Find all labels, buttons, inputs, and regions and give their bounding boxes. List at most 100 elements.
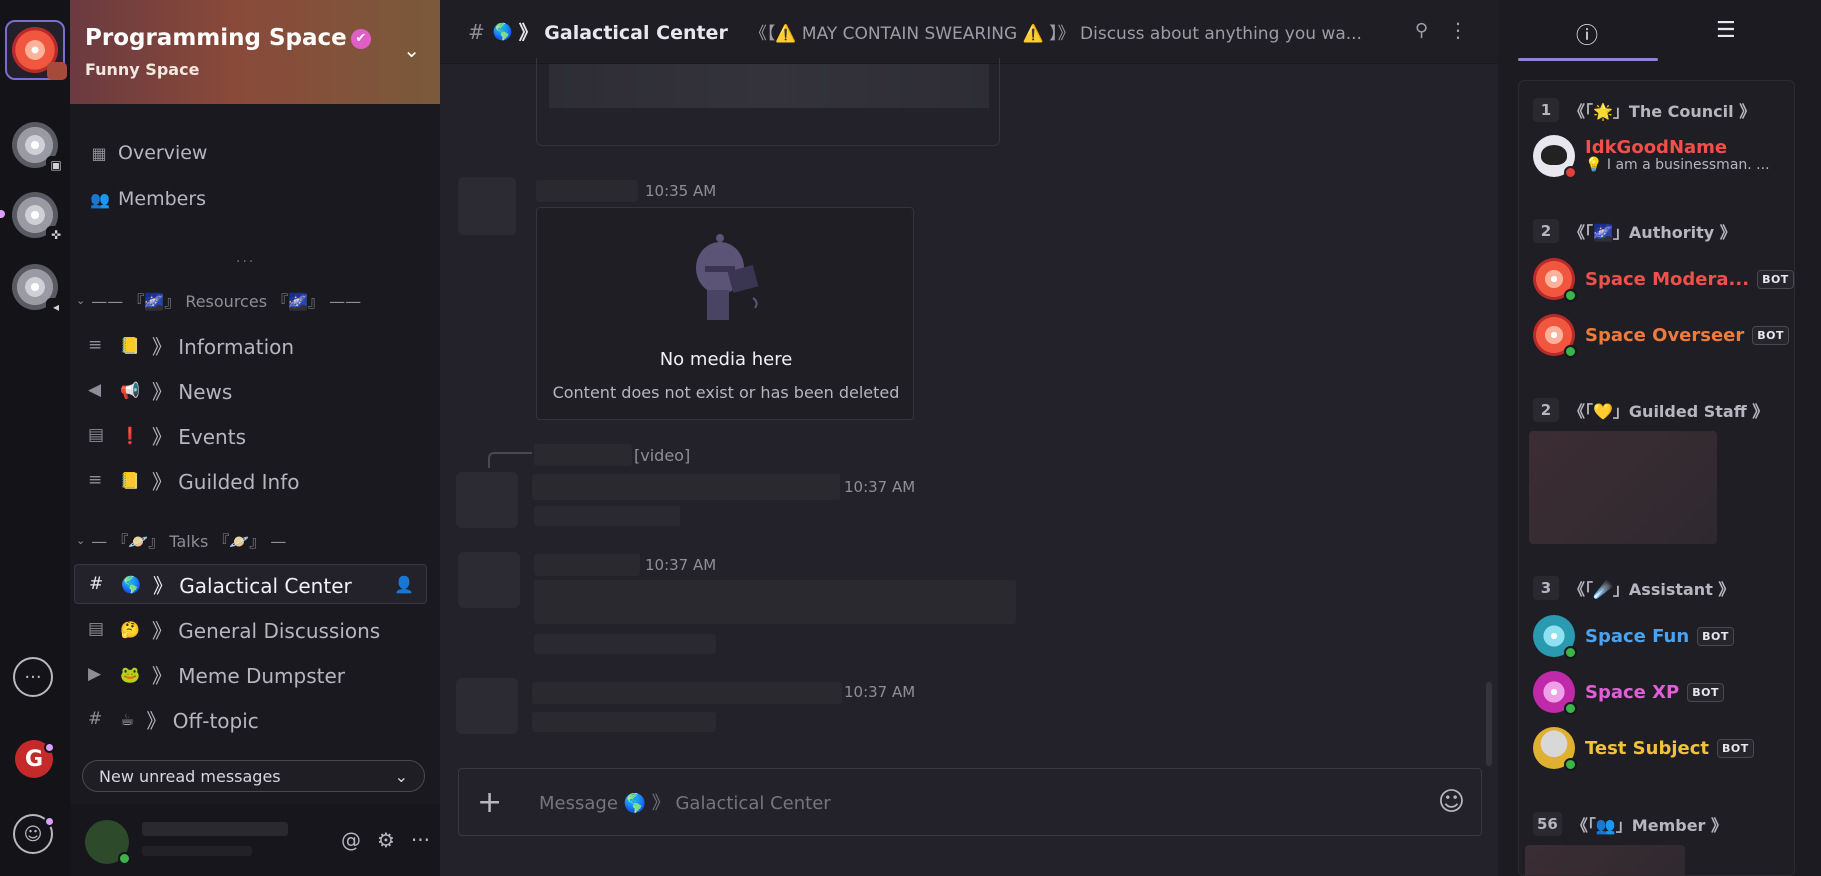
channel-news[interactable]: ◀ 📢 》 News: [74, 370, 427, 410]
member-space-xp[interactable]: Space XP BOT: [1533, 669, 1724, 715]
message-text-redacted: [534, 634, 716, 654]
list-icon[interactable]: ☰: [1716, 18, 1736, 43]
media-icon: ▶: [88, 664, 102, 684]
nav-members[interactable]: 👥 Members: [90, 184, 206, 214]
server-voice-space[interactable]: ◂: [8, 260, 66, 316]
message-text-redacted: [534, 580, 1016, 624]
nav-label: Overview: [118, 142, 208, 164]
role-group-council[interactable]: 1 《「🌟」The Council 》: [1533, 97, 1755, 123]
chevron-down-icon: ⌄: [76, 293, 86, 307]
member-name: Space Modera...: [1585, 268, 1750, 290]
bot-badge: BOT: [1717, 738, 1754, 758]
chat-main: # 🌎 》 Galactical Center 《【⚠️ MAY CONTAIN…: [440, 0, 1498, 876]
online-status-icon: [1564, 289, 1577, 302]
channel-off-topic[interactable]: # ☕ 》 Off-topic: [74, 699, 427, 739]
member-list: 1 《「🌟」The Council 》 IdkGoodName 💡 I am a…: [1518, 80, 1795, 876]
channel-meme-dumpster[interactable]: ▶ 🐸 》 Meme Dumpster: [74, 654, 427, 694]
server-badge-icon: [47, 62, 67, 80]
nav-overview[interactable]: ▦ Overview: [90, 138, 207, 168]
gear-icon[interactable]: ⚙: [377, 828, 395, 852]
emoji-icon[interactable]: ☺: [1438, 787, 1465, 817]
message-input[interactable]: Message 🌎 》 Galactical Center: [539, 789, 831, 815]
verified-icon: ✔: [350, 29, 371, 49]
channel-galactical-center[interactable]: # 🌎 》 Galactical Center 👤: [74, 564, 427, 604]
channel-emoji: 📢: [120, 380, 140, 400]
server-bot-space[interactable]: ▣: [8, 118, 66, 174]
reply-preview[interactable]: [video]: [634, 446, 690, 465]
role-group-guilded-staff[interactable]: 2 《「💛」Guilded Staff 》: [1533, 397, 1768, 423]
mention-icon[interactable]: @: [341, 828, 361, 852]
channel-general-discussions[interactable]: ▤ 🤔 》 General Discussions: [74, 609, 427, 649]
member-space-overseer[interactable]: Space Overseer BOT: [1533, 312, 1790, 358]
member-status: 💡 I am a businessman. ...: [1585, 157, 1770, 173]
member-space-fun[interactable]: Space Fun BOT: [1533, 613, 1734, 659]
channel-label: 》 Off-topic: [146, 708, 259, 733]
app-root: ▣ ✜ ◂ ··· G ☺ Programming Space ✔ Funny S…: [0, 0, 1821, 876]
doc-icon: ≡: [88, 335, 103, 355]
category-talks[interactable]: ⌄ — 『🪐』 Talks 『🪐』 —: [76, 529, 286, 551]
avatar[interactable]: [458, 552, 520, 608]
info-icon[interactable]: ⓘ: [1576, 18, 1598, 50]
channel-events[interactable]: ▤ ❗ 》 Events: [74, 415, 427, 455]
message-text-redacted: [532, 712, 716, 732]
role-label: 《「👥」Member 》: [1571, 816, 1728, 835]
role-count: 2: [1533, 219, 1559, 243]
online-status-icon: [1564, 702, 1577, 715]
more-icon[interactable]: ···: [411, 828, 430, 852]
online-status-icon: [1564, 758, 1577, 771]
avatar[interactable]: [456, 472, 518, 528]
online-status-icon: [1564, 646, 1577, 659]
message-text-redacted: [534, 506, 680, 526]
robot-icon: ▣: [46, 156, 66, 174]
channel-label: 》 News: [151, 379, 233, 404]
plus-icon[interactable]: +: [477, 785, 507, 820]
member-test-subject[interactable]: Test Subject BOT: [1533, 725, 1754, 771]
channel-information[interactable]: ≡ 📒 》 Information: [74, 325, 427, 365]
avatar: [1533, 615, 1577, 659]
media-title: No media here: [659, 349, 793, 370]
server-game-space[interactable]: ✜: [8, 188, 66, 244]
server-rail: ▣ ✜ ◂ ··· G ☺: [0, 0, 70, 876]
category-resources[interactable]: ⌄ —— 『🌌』 Resources 『🌌』 ——: [76, 289, 361, 311]
server-subtitle: Funny Space: [85, 60, 200, 79]
member-space-moderator[interactable]: Space Modera... BOT: [1533, 256, 1794, 302]
channel-topic[interactable]: 《【⚠️ MAY CONTAIN SWEARING ⚠️ 】》 Discuss …: [750, 19, 1400, 44]
role-label: 《「🌟」The Council 》: [1569, 102, 1756, 121]
add-user-icon[interactable]: 👤: [394, 575, 414, 594]
new-unread-messages-button[interactable]: New unread messages ⌄: [82, 760, 425, 792]
more-vertical-icon[interactable]: ⋮: [1448, 18, 1468, 42]
pin-icon[interactable]: ⚲: [1415, 20, 1428, 41]
megaphone-icon: ◀: [88, 380, 102, 400]
role-count: 2: [1533, 398, 1559, 422]
bot-badge: BOT: [1752, 325, 1790, 345]
server-header[interactable]: Programming Space ✔ Funny Space ⌄: [70, 0, 440, 104]
channel-label: 》 Meme Dumpster: [151, 663, 346, 688]
username-redacted: [142, 822, 288, 836]
member-idkgoodname[interactable]: IdkGoodName 💡 I am a businessman. ...: [1533, 133, 1770, 179]
unread-pill: [0, 210, 5, 218]
chevron-down-icon: ⌄: [394, 766, 408, 786]
role-group-authority[interactable]: 2 《「🌌」Authority 》: [1533, 218, 1736, 244]
message-timestamp: 10:37 AM: [645, 556, 717, 574]
username-redacted: [534, 554, 640, 576]
avatar: [1533, 671, 1577, 715]
member-name: Space Fun: [1585, 625, 1690, 647]
channel-guilded-info[interactable]: ≡ 📒 》 Guilded Info: [74, 460, 427, 500]
user-bar: @ ⚙ ···: [70, 804, 448, 876]
role-group-member[interactable]: 56 《「👥」Member 》: [1533, 811, 1727, 837]
bot-badge: BOT: [1687, 682, 1724, 702]
avatar[interactable]: [458, 177, 516, 235]
chat-bubble-icon[interactable]: ···: [13, 657, 53, 697]
avatar[interactable]: [456, 678, 518, 734]
overview-icon: ▦: [91, 143, 107, 163]
message-timestamp: 10:37 AM: [844, 478, 916, 496]
scrollbar[interactable]: [1486, 682, 1492, 766]
server-programming-space[interactable]: [5, 20, 67, 80]
role-group-assistant[interactable]: 3 《「☄️」Assistant 》: [1533, 575, 1734, 601]
staff-members-redacted: [1529, 431, 1717, 544]
channel-emoji: ❗: [120, 425, 140, 445]
chevron-down-icon[interactable]: ⌄: [403, 38, 420, 62]
member-name: IdkGoodName: [1585, 136, 1728, 158]
role-label: 《「☄️」Assistant 》: [1569, 580, 1735, 599]
embed-redacted: [549, 64, 989, 108]
